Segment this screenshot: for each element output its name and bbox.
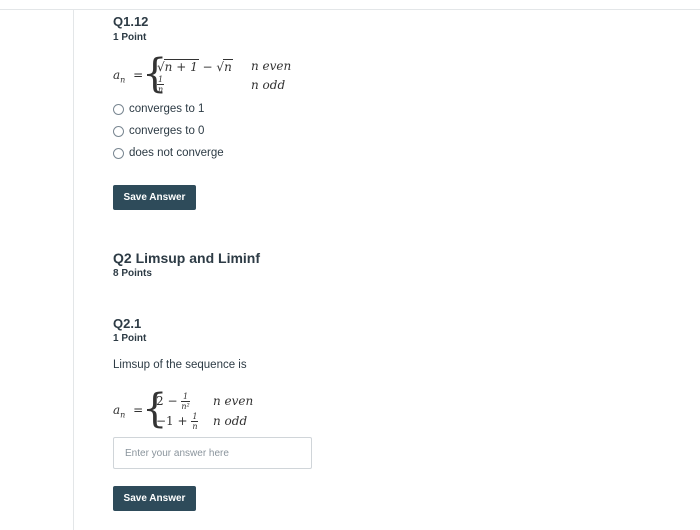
option-label: converges to 0: [129, 125, 205, 137]
question-prompt: Limsup of the sequence is: [113, 359, 247, 371]
formula-lhs: an =: [113, 68, 144, 85]
formula-case-1-condition: n even: [251, 59, 292, 73]
formula-case-1: √n + 1 − √n: [157, 59, 233, 74]
radio-button[interactable]: [113, 147, 124, 159]
option-label: does not converge: [129, 147, 224, 159]
question-title: Q2.1: [113, 316, 142, 331]
top-bar: [0, 0, 700, 10]
formula-case-2: −1 + 1n: [156, 412, 199, 431]
formula-case-2-condition: n odd: [251, 78, 286, 92]
formula-case-2: 1n: [157, 75, 165, 94]
question-group-points: 8 Points: [113, 268, 152, 279]
content-left-border: [73, 10, 74, 530]
question-points: 1 Point: [113, 32, 147, 43]
radio-button[interactable]: [113, 103, 124, 115]
answer-input[interactable]: [113, 437, 312, 469]
radio-button[interactable]: [113, 125, 124, 137]
option-converges-to-0[interactable]: converges to 0: [113, 125, 204, 137]
sequence-formula: an = { 2 − 1 n² n even −1 + 1n n odd: [113, 388, 313, 434]
option-label: converges to 1: [129, 103, 205, 115]
option-does-not-converge[interactable]: does not converge: [113, 147, 224, 159]
formula-case-1: 2 − 1 n²: [156, 392, 190, 411]
formula-case-2-condition: n odd: [213, 414, 248, 428]
save-answer-button[interactable]: Save Answer: [113, 486, 196, 511]
sequence-formula: an = { √n + 1 − √n n even 1n n odd: [113, 52, 313, 98]
formula-case-1-condition: n even: [213, 394, 254, 408]
question-title: Q1.12: [113, 14, 149, 29]
question-points: 1 Point: [113, 333, 147, 344]
question-group-title: Q2 Limsup and Liminf: [113, 250, 261, 266]
option-converges-to-1[interactable]: converges to 1: [113, 103, 204, 115]
save-answer-button[interactable]: Save Answer: [113, 185, 196, 210]
formula-lhs: an =: [113, 403, 144, 420]
